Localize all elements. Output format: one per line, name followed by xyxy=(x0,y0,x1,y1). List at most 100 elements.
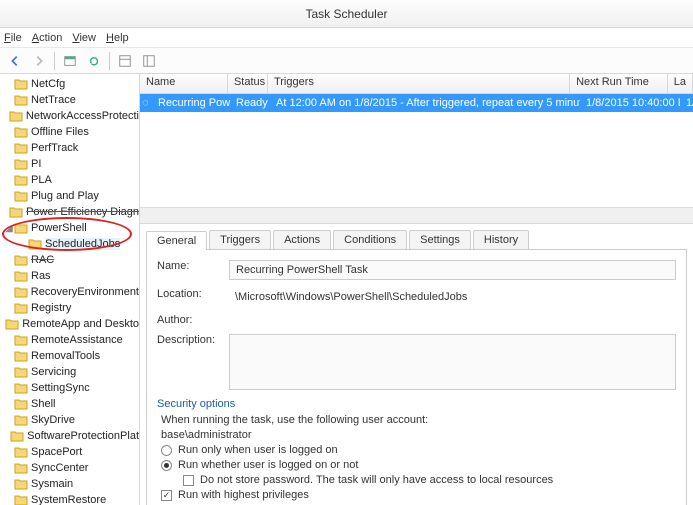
folder-icon xyxy=(9,110,23,122)
radio-run-whether[interactable]: Run whether user is logged on or not xyxy=(161,459,676,471)
tree-item[interactable]: Offline Files xyxy=(0,124,139,140)
folder-icon xyxy=(14,414,28,426)
tree-item-label: Ras xyxy=(31,270,51,282)
checkbox-icon: ✓ xyxy=(161,490,172,501)
tree-item[interactable]: Ras xyxy=(0,268,139,284)
tree-item[interactable]: SpacePort xyxy=(0,444,139,460)
tree-item-label: SystemRestore xyxy=(31,494,106,505)
check-label: Do not store password. The task will onl… xyxy=(200,474,553,486)
tree-item[interactable]: Registry xyxy=(0,300,139,316)
tree-item[interactable]: PerfTrack xyxy=(0,140,139,156)
back-button[interactable] xyxy=(4,50,26,72)
check-no-store[interactable]: Do not store password. The task will onl… xyxy=(183,474,676,486)
folder-icon xyxy=(14,126,28,138)
details-pane: GeneralTriggersActionsConditionsSettings… xyxy=(140,224,693,505)
tree-item-label: NetCfg xyxy=(31,78,65,90)
security-when-running: When running the task, use the following… xyxy=(161,414,676,426)
label-name: Name: xyxy=(157,260,229,272)
col-lastrun[interactable]: La xyxy=(668,74,693,93)
folder-icon xyxy=(14,462,28,474)
check-label: Run with highest privileges xyxy=(178,489,309,501)
tab-settings[interactable]: Settings xyxy=(409,230,471,249)
refresh-button[interactable] xyxy=(83,50,105,72)
folder-icon xyxy=(14,494,28,505)
tab-history[interactable]: History xyxy=(473,230,529,249)
tree-item[interactable]: RemoteApp and Deskto xyxy=(0,316,139,332)
tree-item[interactable]: Servicing xyxy=(0,364,139,380)
col-triggers[interactable]: Triggers xyxy=(268,74,570,93)
folder-icon xyxy=(14,398,28,410)
field-name[interactable]: Recurring PowerShell Task xyxy=(229,260,676,280)
task-list-header: Name Status Triggers Next Run Time La xyxy=(140,74,693,94)
tree-item[interactable]: Shell xyxy=(0,396,139,412)
field-description[interactable] xyxy=(229,334,676,390)
tree-item[interactable]: SyncCenter xyxy=(0,460,139,476)
security-account: base\administrator xyxy=(161,429,676,441)
tree-item-label: PerfTrack xyxy=(31,142,78,154)
tree-item[interactable]: NetworkAccessProtecti xyxy=(0,108,139,124)
folder-icon xyxy=(14,366,28,378)
tree-item-label: Shell xyxy=(31,398,55,410)
menu-file[interactable]: File xyxy=(4,32,22,44)
folder-icon xyxy=(14,270,28,282)
folder-icon xyxy=(14,190,28,202)
menu-action[interactable]: Action xyxy=(32,32,63,44)
tab-conditions[interactable]: Conditions xyxy=(333,230,407,249)
radio-icon xyxy=(161,445,172,456)
tree-item[interactable]: ScheduledJobs xyxy=(0,236,139,252)
toolbar-btn-3[interactable] xyxy=(138,50,160,72)
col-nextrun[interactable]: Next Run Time xyxy=(570,74,668,93)
tree-item[interactable]: RecoveryEnvironment xyxy=(0,284,139,300)
tree-item[interactable]: NetCfg xyxy=(0,76,139,92)
tab-triggers[interactable]: Triggers xyxy=(209,230,271,249)
folder-icon xyxy=(14,286,28,298)
tree-item-label: Offline Files xyxy=(31,126,89,138)
tree-item[interactable]: SettingSync xyxy=(0,380,139,396)
tree-item[interactable]: Sysmain xyxy=(0,476,139,492)
forward-button[interactable] xyxy=(28,50,50,72)
tree-item[interactable]: RemovalTools xyxy=(0,348,139,364)
tree-item[interactable]: NetTrace xyxy=(0,92,139,108)
folder-icon xyxy=(14,174,28,186)
col-name[interactable]: Name xyxy=(140,74,228,93)
task-list[interactable]: ◌ Recurring Power... Ready At 12:00 AM o… xyxy=(140,94,693,224)
tree-item[interactable]: ◢PowerShell xyxy=(0,220,139,236)
label-description: Description: xyxy=(157,334,229,346)
menu-help[interactable]: Help xyxy=(106,32,129,44)
tree-item-label: SyncCenter xyxy=(31,462,88,474)
tab-actions[interactable]: Actions xyxy=(273,230,331,249)
folder-icon xyxy=(14,94,28,106)
tree-item-label: PLA xyxy=(31,174,52,186)
task-nextrun: 1/8/2015 10:40:00 PM xyxy=(580,97,680,109)
horizontal-scrollbar[interactable] xyxy=(140,207,693,223)
tree-item-label: SpacePort xyxy=(31,446,82,458)
folder-icon xyxy=(14,78,28,90)
label-author: Author: xyxy=(157,314,229,326)
folder-icon xyxy=(10,430,24,442)
tree-item[interactable]: PLA xyxy=(0,172,139,188)
tree-item[interactable]: Power Efficiency Diagn xyxy=(0,204,139,220)
tree-item[interactable]: SkyDrive xyxy=(0,412,139,428)
toolbar-btn-2[interactable] xyxy=(114,50,136,72)
col-status[interactable]: Status xyxy=(228,74,268,93)
folder-icon xyxy=(14,382,28,394)
expand-icon[interactable]: ◢ xyxy=(4,223,14,234)
radio-label: Run only when user is logged on xyxy=(178,444,338,456)
tree-item[interactable]: SoftwareProtectionPlat xyxy=(0,428,139,444)
tree-item-label: NetTrace xyxy=(31,94,76,106)
toolbar-btn-1[interactable] xyxy=(59,50,81,72)
tree-view[interactable]: NetCfg NetTrace NetworkAccessProtecti Offli… xyxy=(0,74,140,505)
task-lastrun: 1/ xyxy=(680,97,693,109)
radio-run-logged-on[interactable]: Run only when user is logged on xyxy=(161,444,676,456)
check-highest-priv[interactable]: ✓ Run with highest privileges xyxy=(161,489,676,501)
tree-item[interactable]: PI xyxy=(0,156,139,172)
tree-item[interactable]: RemoteAssistance xyxy=(0,332,139,348)
tree-item[interactable]: RAC xyxy=(0,252,139,268)
tree-item[interactable]: Plug and Play xyxy=(0,188,139,204)
tab-general[interactable]: General xyxy=(146,231,207,250)
task-row[interactable]: ◌ Recurring Power... Ready At 12:00 AM o… xyxy=(140,94,693,112)
toolbar-separator xyxy=(54,52,55,70)
menu-view[interactable]: View xyxy=(72,32,96,44)
tree-item[interactable]: SystemRestore xyxy=(0,492,139,505)
folder-icon xyxy=(14,302,28,314)
